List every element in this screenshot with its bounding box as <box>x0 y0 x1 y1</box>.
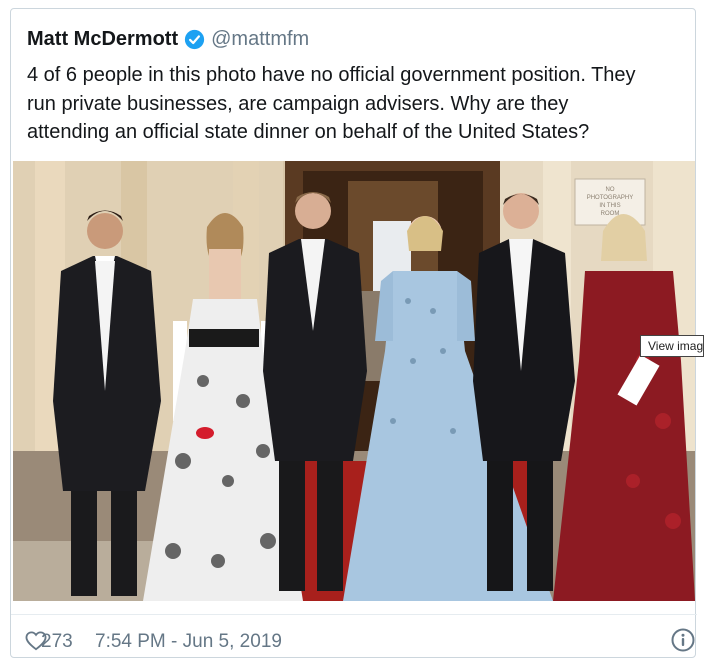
info-icon[interactable] <box>671 628 695 652</box>
tweet-photo[interactable]: NO PHOTOGRAPHY IN THIS ROOM <box>13 161 695 601</box>
sign-text: IN THIS <box>599 203 620 209</box>
tweet-card[interactable]: Matt McDermott @mattmfm 4 of 6 people in… <box>10 8 697 658</box>
like-count[interactable]: 273 <box>41 631 73 653</box>
author-name[interactable]: Matt McDermott <box>27 28 178 51</box>
view-image-tooltip: View imag <box>640 335 704 357</box>
tweet-timestamp[interactable]: 7:54 PM - Jun 5, 2019 <box>95 631 282 653</box>
author-handle[interactable]: @mattmfm <box>211 28 309 51</box>
tweet-text-line: run private businesses, are campaign adv… <box>27 92 569 115</box>
tweet-footer: 273 7:54 PM - Jun 5, 2019 <box>11 614 697 656</box>
tweet-text: 4 of 6 people in this photo have no offi… <box>27 61 687 147</box>
tweet-text-line: attending an official state dinner on be… <box>27 121 590 143</box>
sign-text: PHOTOGRAPHY <box>587 195 634 201</box>
tweet-text-line: 4 of 6 people in this photo have no offi… <box>27 64 636 86</box>
tweet-header: Matt McDermott @mattmfm <box>27 26 309 52</box>
verified-badge-icon <box>185 29 205 49</box>
sign-text: NO <box>606 187 615 193</box>
